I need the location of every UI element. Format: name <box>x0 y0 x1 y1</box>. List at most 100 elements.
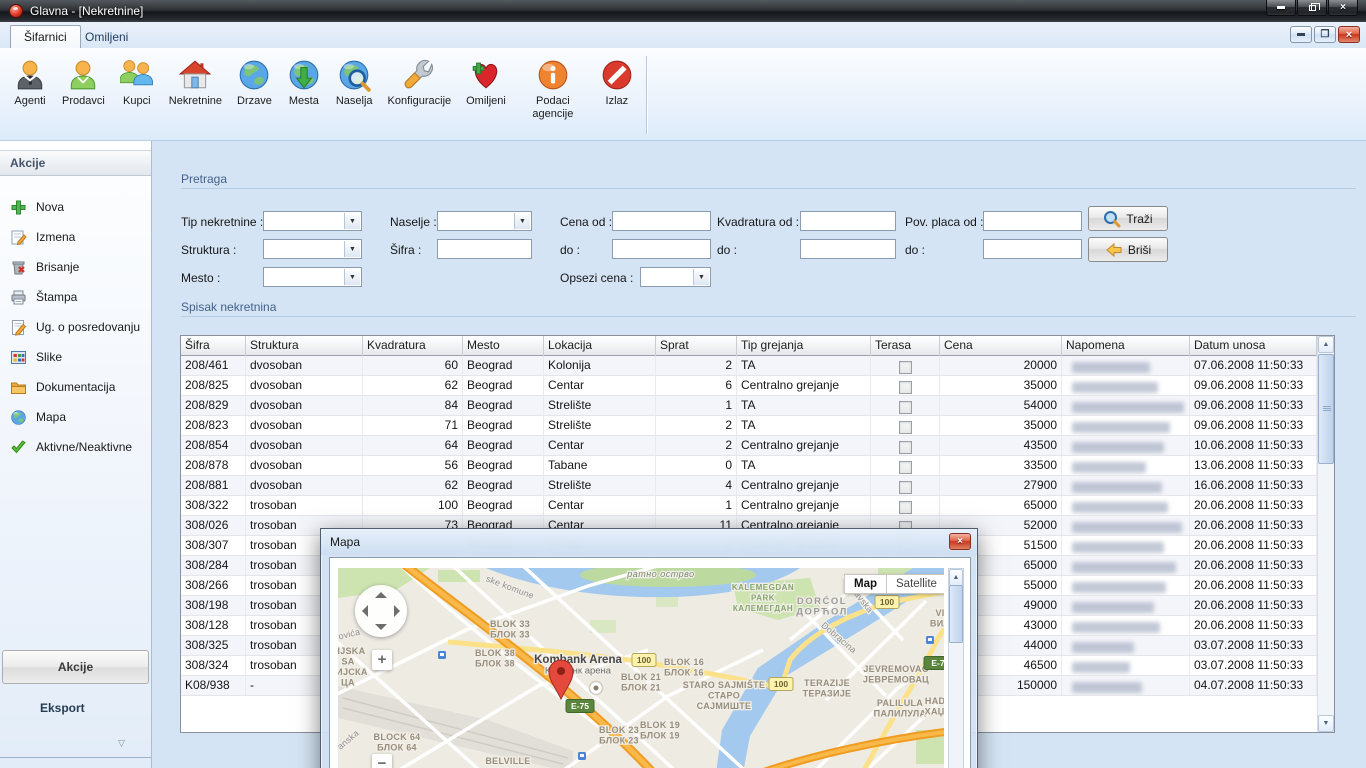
sidebar-akcije-button[interactable]: Akcije <box>2 650 149 684</box>
titlebar[interactable]: Glavna - [Nekretnine] × <box>0 0 1366 22</box>
restore-button[interactable] <box>1297 0 1327 16</box>
toolbar-button-mesta[interactable]: Mesta <box>280 54 328 112</box>
map-panel-scrollbar[interactable]: ▲ <box>948 568 964 768</box>
sidebar-header: Akcije <box>0 150 151 176</box>
mapa-window-titlebar[interactable]: Mapa <box>321 529 977 555</box>
terasa-checkbox[interactable] <box>899 401 912 414</box>
map-pan-control[interactable] <box>355 585 407 637</box>
close-button[interactable]: × <box>1328 0 1358 16</box>
chevron-down-icon[interactable]: ▽ <box>118 738 125 749</box>
trazi-button[interactable]: Traži <box>1088 206 1168 231</box>
brisi-button[interactable]: Briši <box>1088 237 1168 262</box>
pov-placa-do-input[interactable] <box>983 239 1082 259</box>
table-row[interactable]: 208/823dvosoban71BeogradStrelište2TA3500… <box>181 416 1317 436</box>
terasa-checkbox[interactable] <box>899 361 912 374</box>
terasa-checkbox[interactable] <box>899 421 912 434</box>
toolbar-button-konfiguracije[interactable]: Konfiguracije <box>381 54 459 112</box>
tab-omiljeni[interactable]: Omiljeni <box>72 25 141 48</box>
cell-sifra: 308/266 <box>181 576 246 595</box>
map-canvas[interactable]: ратно острвоKALEMEGDANPARKКАЛЕМЕГДАНDORĆ… <box>338 568 944 768</box>
table-scrollbar[interactable]: ▲ ▼ <box>1317 336 1334 732</box>
terasa-checkbox[interactable] <box>899 501 912 514</box>
toolbar-button-nekretnine[interactable]: Nekretnine <box>162 54 229 112</box>
mesto-select[interactable]: ▼ <box>263 267 362 287</box>
table-row[interactable]: 208/881dvosoban62BeogradStrelište4Centra… <box>181 476 1317 496</box>
column-header-9[interactable]: Napomena <box>1062 336 1190 356</box>
tip-nekretnine-select[interactable]: ▼ <box>263 211 362 231</box>
table-row[interactable]: 208/854dvosoban64BeogradCentar2Centralno… <box>181 436 1317 456</box>
map-button[interactable]: Map <box>844 574 887 594</box>
sidebar-item-izmena[interactable]: Izmena <box>4 225 148 249</box>
terasa-checkbox[interactable] <box>899 381 912 394</box>
images-icon <box>10 349 27 366</box>
sidebar-eksport-label[interactable]: Eksport <box>40 701 85 715</box>
scroll-up-button[interactable]: ▲ <box>1318 336 1334 353</box>
table-row[interactable]: 208/825dvosoban62BeogradCentar6Centralno… <box>181 376 1317 396</box>
seller-icon <box>66 58 100 92</box>
cell-datum: 20.06.2008 11:50:33 <box>1190 576 1317 595</box>
struktura-select[interactable]: ▼ <box>263 239 362 259</box>
column-header-6[interactable]: Tip grejanja <box>737 336 871 356</box>
naselje-select[interactable]: ▼ <box>437 211 532 231</box>
terasa-checkbox[interactable] <box>899 461 912 474</box>
scroll-up-button[interactable]: ▲ <box>949 569 963 586</box>
column-header-10[interactable]: Datum unosa <box>1190 336 1317 356</box>
cena-od-input[interactable] <box>612 211 711 231</box>
sidebar-item-aktivne-neaktivne[interactable]: Aktivne/Neaktivne <box>4 435 148 459</box>
mdi-restore-button[interactable]: ❐ <box>1314 26 1336 43</box>
table-row[interactable]: 208/829dvosoban84BeogradStrelište1TA5400… <box>181 396 1317 416</box>
label-cena-od: Cena od : <box>560 215 612 229</box>
scrollbar-thumb[interactable] <box>949 585 963 643</box>
sidebar-item-mapa[interactable]: Mapa <box>4 405 148 429</box>
cell-cena: 65000 <box>940 496 1062 515</box>
column-header-7[interactable]: Terasa <box>871 336 940 356</box>
sidebar-item-slike[interactable]: Slike <box>4 345 148 369</box>
toolbar-button-izlaz[interactable]: Izlaz <box>593 54 641 112</box>
table-row[interactable]: 308/322trosoban100BeogradCentar1Centraln… <box>181 496 1317 516</box>
table-row[interactable]: 208/878dvosoban56BeogradTabane0TA3350013… <box>181 456 1317 476</box>
mdi-minimize-button[interactable] <box>1290 26 1312 43</box>
mapa-close-button[interactable]: × <box>949 533 971 550</box>
column-header-0[interactable]: Šifra <box>181 336 246 356</box>
cena-do-input[interactable] <box>612 239 711 259</box>
cell-sifra: 208/825 <box>181 376 246 395</box>
scroll-down-button[interactable]: ▼ <box>1318 715 1334 732</box>
sidebar-item-ug-o-posredovanju[interactable]: Ug. o posredovanju <box>4 315 148 339</box>
mdi-close-button[interactable]: × <box>1338 26 1360 43</box>
toolbar-button-agenti[interactable]: Agenti <box>6 54 54 112</box>
pov-placa-od-input[interactable] <box>983 211 1082 231</box>
opsezi-cena-select[interactable]: ▼ <box>640 267 711 287</box>
terasa-checkbox[interactable] <box>899 441 912 454</box>
column-header-5[interactable]: Sprat <box>656 336 737 356</box>
terasa-checkbox[interactable] <box>899 481 912 494</box>
sidebar-item-brisanje[interactable]: Brisanje <box>4 255 148 279</box>
table-row[interactable]: 208/461dvosoban60BeogradKolonija2TA20000… <box>181 356 1317 376</box>
toolbar-button-kupci[interactable]: Kupci <box>113 54 161 112</box>
sidebar-item-dokumentacija[interactable]: Dokumentacija <box>4 375 148 399</box>
cell-kvadratura: 62 <box>363 476 463 495</box>
minimize-button[interactable] <box>1266 0 1296 16</box>
map-label: BLOK 23БЛОК 23 <box>599 725 639 746</box>
toolbar-button-naselja[interactable]: Naselja <box>329 54 380 112</box>
satellite-button[interactable]: Satellite <box>887 574 944 594</box>
zoom-out-button[interactable]: − <box>372 754 392 768</box>
tab-sifarnici[interactable]: Šifarnici <box>10 25 81 48</box>
sifra-input[interactable] <box>437 239 532 259</box>
column-header-8[interactable]: Cena <box>940 336 1062 356</box>
cell-struktura: dvosoban <box>246 456 363 475</box>
column-header-3[interactable]: Mesto <box>463 336 544 356</box>
column-header-2[interactable]: Kvadratura <box>363 336 463 356</box>
column-header-1[interactable]: Struktura <box>246 336 363 356</box>
sidebar-item--tampa[interactable]: Štampa <box>4 285 148 309</box>
scrollbar-thumb[interactable] <box>1318 354 1334 464</box>
toolbar-button-drzave[interactable]: Drzave <box>230 54 279 112</box>
zoom-in-button[interactable]: + <box>372 650 392 670</box>
house-icon <box>178 58 212 92</box>
kvadratura-od-input[interactable] <box>800 211 896 231</box>
sidebar-item-nova[interactable]: Nova <box>4 195 148 219</box>
kvadratura-do-input[interactable] <box>800 239 896 259</box>
toolbar-button-prodavci[interactable]: Prodavci <box>55 54 112 112</box>
toolbar-button-omiljeni[interactable]: Omiljeni <box>459 54 513 112</box>
toolbar-button-podaci-agencije[interactable]: Podaci agencije <box>514 54 592 125</box>
column-header-4[interactable]: Lokacija <box>544 336 656 356</box>
